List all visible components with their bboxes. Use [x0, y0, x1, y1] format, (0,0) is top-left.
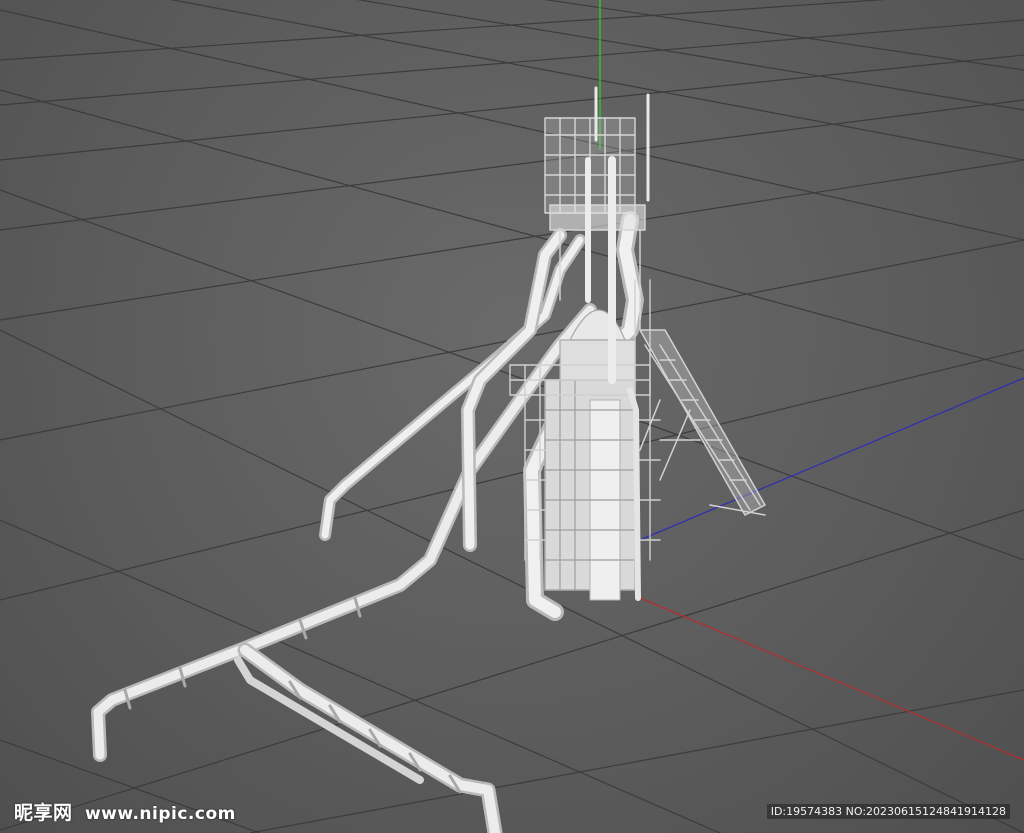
watermark-brand-name: 昵享网: [14, 802, 73, 824]
x-axis-line: [639, 597, 1024, 761]
watermark-site-url: www.nipic.com: [84, 804, 236, 824]
blast-furnace-model-icon[interactable]: [91, 86, 766, 833]
watermark-brand: 昵享网 www.nipic.com: [14, 798, 236, 825]
watermark-id: ID:19574383 NO:20230615124841914128: [766, 804, 1010, 819]
3d-viewport[interactable]: 昵享网 www.nipic.com ID:19574383 NO:2023061…: [0, 0, 1024, 833]
scene-canvas[interactable]: [0, 0, 1024, 833]
